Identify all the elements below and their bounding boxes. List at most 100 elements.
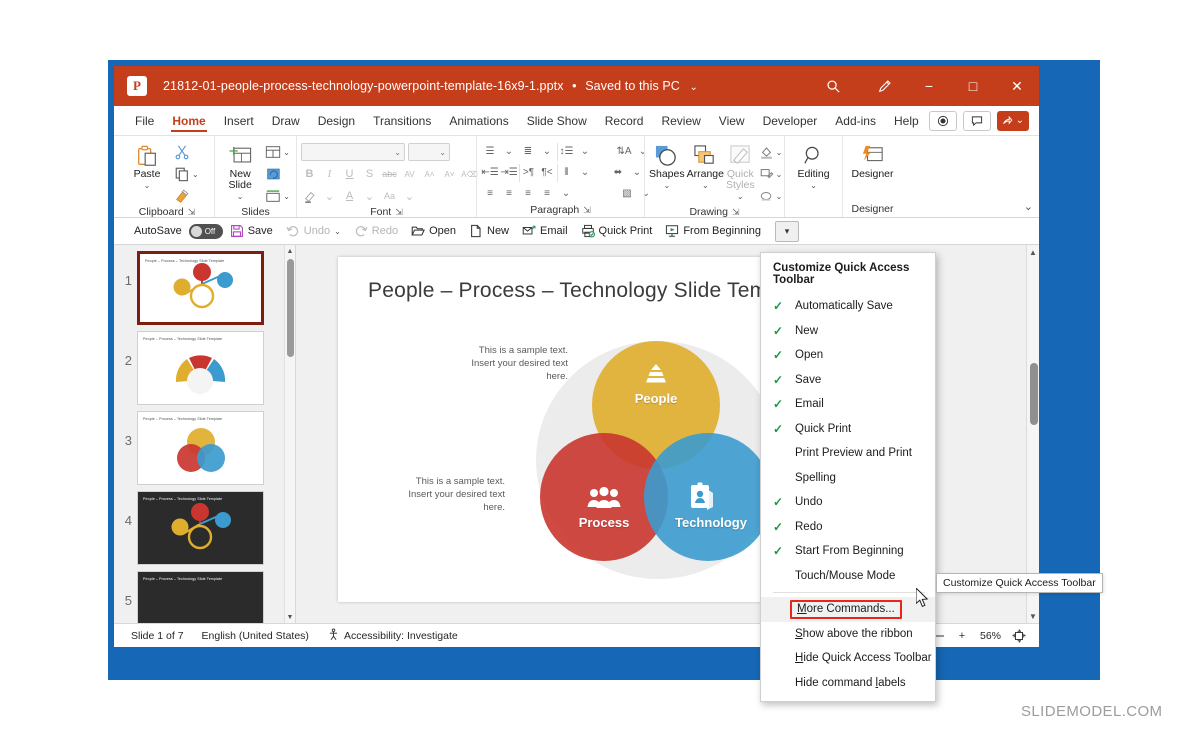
tab-draw[interactable]: Draw xyxy=(263,106,309,135)
dialog-launcher-icon[interactable]: ⇲ xyxy=(395,207,403,218)
qat-redo-button[interactable]: Redo xyxy=(348,221,404,242)
thumbnail-preview[interactable]: People – Process – Technology Slide Temp… xyxy=(137,331,264,405)
reset-button[interactable] xyxy=(263,164,292,184)
increase-indent-icon[interactable]: ⇥☰ xyxy=(500,164,518,182)
editing-button[interactable]: Editing ⌄ xyxy=(791,141,837,191)
format-painter-button[interactable] xyxy=(172,186,201,206)
menu-item-redo[interactable]: ✓ Redo xyxy=(761,515,935,540)
decrease-indent-icon[interactable]: ⇤☰ xyxy=(481,164,499,182)
align-text-icon[interactable]: ⬌ xyxy=(609,164,627,182)
font-color-button[interactable]: A xyxy=(341,187,358,205)
shape-fill-button[interactable]: ⌄ xyxy=(757,142,785,162)
thumbnail-item-3[interactable]: 3 People – Process – Technology Slide Te… xyxy=(114,405,295,485)
undo-chevron-icon[interactable]: ⌄ xyxy=(334,227,341,236)
qat-undo-button[interactable]: Undo ⌄ xyxy=(280,221,347,242)
scroll-up-icon[interactable]: ▲ xyxy=(285,245,295,257)
menu-item-hide-command-labels[interactable]: Hide command labels xyxy=(761,671,935,696)
scroll-up-icon[interactable]: ▲ xyxy=(1027,245,1039,259)
language-label[interactable]: English (United States) xyxy=(193,630,318,642)
justify-icon[interactable]: ≡ xyxy=(538,185,556,203)
thumbnail-scrollbar[interactable]: ▲ ▼ xyxy=(284,245,295,623)
zoom-in-button[interactable]: + xyxy=(950,626,974,646)
numbering-chevron-icon[interactable]: ⌄ xyxy=(538,143,556,161)
minimize-button[interactable]: − xyxy=(907,66,951,106)
character-spacing-button[interactable]: AV xyxy=(401,165,418,183)
qat-from-beginning-button[interactable]: From Beginning xyxy=(659,221,767,242)
menu-item-more-commands[interactable]: More Commands... xyxy=(761,597,935,622)
align-left-icon[interactable]: ≡ xyxy=(481,185,499,203)
tab-review[interactable]: Review xyxy=(652,106,709,135)
tab-record[interactable]: Record xyxy=(596,106,653,135)
copy-button[interactable]: ⌄ xyxy=(172,164,201,184)
chevron-down-icon[interactable]: ⌄ xyxy=(690,82,698,93)
close-button[interactable]: ✕ xyxy=(995,66,1039,106)
new-slide-button[interactable]: New Slide ⌄ xyxy=(219,141,261,202)
ltr-icon[interactable]: >¶ xyxy=(519,163,537,182)
thumbnail-item-1[interactable]: 1 People – Process – Technology Slide Te… xyxy=(114,245,295,325)
layout-button[interactable]: ⌄ xyxy=(263,142,292,162)
autosave-toggle[interactable]: Off xyxy=(188,223,223,239)
cut-button[interactable] xyxy=(172,142,201,162)
share-button[interactable]: ⌄ xyxy=(996,110,1029,131)
scroll-down-icon[interactable]: ▼ xyxy=(285,611,295,623)
strikethrough-button[interactable]: abc xyxy=(381,165,398,183)
zoom-level-label[interactable]: 56% xyxy=(974,630,1007,642)
tab-home[interactable]: Home xyxy=(163,106,214,135)
change-case-button[interactable]: Aa xyxy=(381,187,398,205)
numbering-icon[interactable]: ≣ xyxy=(519,143,537,161)
menu-item-start-from-beginning[interactable]: ✓ Start From Beginning xyxy=(761,539,935,564)
section-chevron-icon[interactable]: ⌄ xyxy=(283,192,290,201)
font-size-input[interactable]: ⌄ xyxy=(408,143,450,161)
menu-item-save[interactable]: ✓ Save xyxy=(761,368,935,393)
qat-quick-print-button[interactable]: Quick Print xyxy=(575,221,659,242)
menu-item-hide-quick-access-toolbar[interactable]: Hide Quick Access Toolbar xyxy=(761,646,935,671)
menu-item-open[interactable]: ✓ Open xyxy=(761,343,935,368)
quick-styles-button[interactable]: Quick Styles ⌄ xyxy=(726,141,755,202)
tab-transitions[interactable]: Transitions xyxy=(364,106,440,135)
dialog-launcher-icon[interactable]: ⇲ xyxy=(583,205,591,216)
venn-diagram[interactable]: People Process Technology xyxy=(528,337,788,587)
shape-effects-button[interactable]: ⌄ xyxy=(757,186,785,206)
qat-save-button[interactable]: Save xyxy=(224,221,279,242)
italic-button[interactable]: I xyxy=(321,165,338,183)
text-direction-icon[interactable]: ⇅A xyxy=(615,143,633,161)
thumbnail-preview[interactable]: People – Process – Technology Slide Temp… xyxy=(137,571,264,623)
justify-chevron-icon[interactable]: ⌄ xyxy=(557,185,575,203)
search-icon[interactable] xyxy=(803,66,863,106)
pen-icon[interactable] xyxy=(863,66,907,106)
highlight-chevron-icon[interactable]: ⌄ xyxy=(321,187,338,205)
slide-thumbnail-pane[interactable]: 1 People – Process – Technology Slide Te… xyxy=(114,245,296,623)
tab-design[interactable]: Design xyxy=(309,106,364,135)
layout-chevron-icon[interactable]: ⌄ xyxy=(283,148,290,157)
columns-icon[interactable]: ⦀ xyxy=(557,163,575,182)
shape-effects-chevron-icon[interactable]: ⌄ xyxy=(776,192,783,201)
menu-item-undo[interactable]: ✓ Undo xyxy=(761,490,935,515)
tab-slide-show[interactable]: Slide Show xyxy=(518,106,596,135)
smartart-icon[interactable]: ▧ xyxy=(618,185,636,203)
line-spacing-icon[interactable]: ↕☰ xyxy=(557,142,575,161)
align-center-icon[interactable]: ≡ xyxy=(500,185,518,203)
scrollbar-thumb[interactable] xyxy=(287,259,294,357)
menu-item-print-preview-and-print[interactable]: Print Preview and Print xyxy=(761,441,935,466)
qat-open-button[interactable]: Open xyxy=(405,221,462,242)
qat-new-button[interactable]: New xyxy=(463,221,515,242)
menu-item-automatically-save[interactable]: ✓ Automatically Save xyxy=(761,294,935,319)
qat-email-button[interactable]: Email xyxy=(516,221,574,242)
align-right-icon[interactable]: ≡ xyxy=(519,185,537,203)
menu-item-new[interactable]: ✓ New xyxy=(761,319,935,344)
section-button[interactable]: ⌄ xyxy=(263,186,292,206)
tab-add-ins[interactable]: Add-ins xyxy=(826,106,885,135)
thumbnail-preview[interactable]: People – Process – Technology Slide Temp… xyxy=(137,251,264,325)
text-shadow-button[interactable]: S xyxy=(361,165,378,183)
thumbnail-item-5[interactable]: 5 People – Process – Technology Slide Te… xyxy=(114,565,295,623)
designer-button[interactable]: Designer xyxy=(847,141,898,180)
shape-outline-button[interactable]: ⌄ xyxy=(757,164,785,184)
tab-help[interactable]: Help xyxy=(885,106,928,135)
scrollbar-thumb[interactable] xyxy=(1030,363,1038,425)
shape-outline-chevron-icon[interactable]: ⌄ xyxy=(776,170,783,179)
rtl-icon[interactable]: ¶< xyxy=(538,164,556,182)
slide-count-label[interactable]: Slide 1 of 7 xyxy=(122,630,193,642)
canvas-vertical-scrollbar[interactable]: ▲ ▼ xyxy=(1026,245,1039,623)
tab-animations[interactable]: Animations xyxy=(440,106,517,135)
menu-item-quick-print[interactable]: ✓ Quick Print xyxy=(761,417,935,442)
